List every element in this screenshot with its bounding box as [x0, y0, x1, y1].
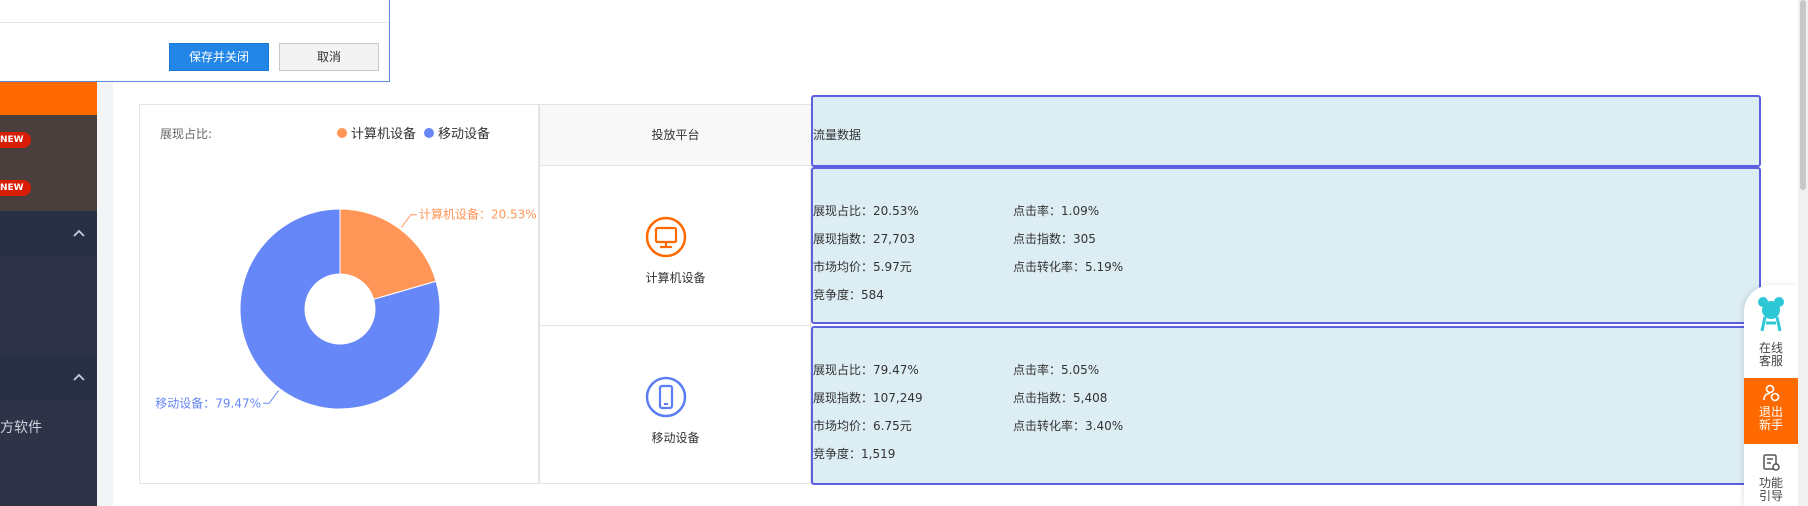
page-scrollbar[interactable]: [1798, 0, 1808, 506]
pie-slice-label: 移动设备：79.47%: [155, 396, 261, 410]
metric-competition: 竞争度：584: [813, 288, 884, 302]
feature-guide-button[interactable]: 功能引导: [1744, 477, 1798, 503]
metric-impression-share: 展现占比：20.53%: [813, 204, 919, 218]
metric-conversion-rate: 点击转化率：5.19%: [1013, 260, 1124, 274]
guide-icon: [1763, 454, 1780, 471]
traffic-table: 投放平台 计算机设备 移动设备 流量数据 展现占比：20.53% 点击率：1.0…: [539, 95, 1761, 485]
floating-help-bar: 在线客服 退出新手 功能引导: [1744, 285, 1798, 506]
metric-avg-price: 市场均价：5.97元: [813, 260, 912, 274]
device-label: 计算机设备: [645, 271, 706, 285]
sidebar-new-items: NEW NEW: [0, 115, 97, 211]
device-label: 移动设备: [651, 431, 700, 445]
online-service-label: 在线客服: [1758, 341, 1783, 368]
exit-novice-label-wrap: 退出新手: [1744, 406, 1798, 432]
cancel-button[interactable]: 取消: [279, 43, 379, 71]
platform-column: 投放平台 计算机设备 移动设备: [539, 105, 811, 483]
header-platform: 投放平台: [540, 105, 811, 166]
mascot-icon: [1758, 297, 1784, 332]
metric-competition: 竞争度：1,519: [813, 447, 896, 461]
pie-slice-label: 计算机设备：20.53%: [419, 207, 537, 222]
user-exit-icon: [1763, 384, 1780, 402]
chevron-up-icon[interactable]: [72, 371, 86, 385]
scrollbar-thumb[interactable]: [1800, 0, 1806, 190]
metric-avg-price: 市场均价：6.75元: [813, 419, 912, 433]
dialog: 保存并关闭 取消: [0, 0, 390, 82]
label-leader-line: [400, 214, 417, 228]
sidebar-active-item[interactable]: [0, 78, 97, 115]
mobile-phone-icon: [645, 376, 687, 418]
chevron-up-icon[interactable]: [72, 227, 86, 241]
monitor-icon: [645, 216, 687, 258]
pie-chart: 计算机设备：20.53% 移动设备：79.47%: [155, 207, 537, 411]
sidebar-item-label[interactable]: 方软件: [0, 417, 42, 437]
header-traffic: 流量数据: [811, 95, 1761, 167]
exit-novice-button[interactable]: 退出新手: [1744, 378, 1798, 444]
metric-impression-index: 展现指数：27,703: [813, 232, 915, 246]
metric-click-index: 点击指数：5,408: [1013, 391, 1108, 405]
sidebar-section-header[interactable]: [0, 355, 97, 400]
metric-conversion-rate: 点击转化率：3.40%: [1013, 419, 1124, 433]
sidebar-section-header[interactable]: [0, 211, 97, 256]
metric-impression-index: 展现指数：107,249: [813, 391, 923, 405]
new-badge: NEW: [0, 132, 31, 148]
metric-impression-share: 展现占比：79.47%: [813, 363, 919, 377]
metric-ctr: 点击率：1.09%: [1013, 204, 1100, 218]
metric-ctr: 点击率：5.05%: [1013, 363, 1100, 377]
save-and-close-button[interactable]: 保存并关闭: [169, 43, 269, 71]
dialog-divider: [0, 22, 389, 23]
header-traffic-label: 流量数据: [813, 128, 862, 142]
traffic-row-mobile: 展现占比：79.47% 点击率：5.05% 展现指数：107,249 点击指数：…: [811, 326, 1761, 485]
label-leader-line: [263, 390, 280, 404]
new-badge: NEW: [0, 180, 31, 196]
traffic-row-desktop: 展现占比：20.53% 点击率：1.09% 展现指数：27,703 点击指数：3…: [811, 167, 1761, 324]
metric-click-index: 点击指数：305: [1013, 232, 1096, 246]
exit-novice-label: 退出新手: [1758, 405, 1783, 432]
feature-guide-label: 功能引导: [1758, 476, 1783, 503]
platform-row-mobile: 移动设备: [540, 326, 811, 485]
online-service-button[interactable]: 在线客服: [1744, 342, 1798, 368]
platform-row-desktop: 计算机设备: [540, 166, 811, 326]
impression-share-card: 展现占比: 计算机设备 移动设备 计算机设备：20.53% 移动设备：79.47%: [139, 104, 539, 484]
